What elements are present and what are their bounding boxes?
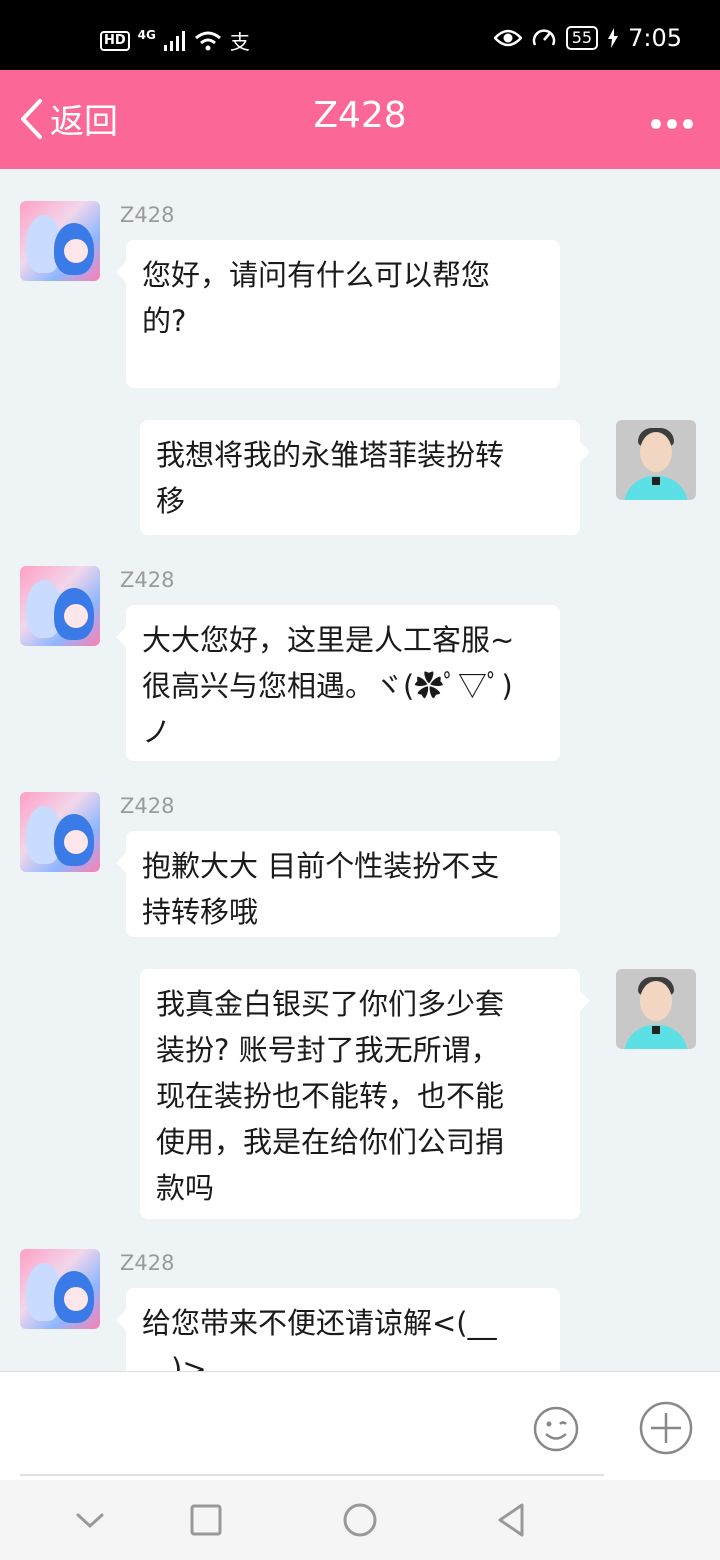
chevron-down-icon <box>76 1513 104 1529</box>
avatar[interactable] <box>20 201 100 281</box>
wifi-icon <box>194 31 221 50</box>
plus-circle-icon <box>639 1401 693 1455</box>
chat-area[interactable]: Z428 您好，请问有什么可以帮您 的? 我想将我的永雏塔菲装扮转 移 Z428… <box>0 169 720 1371</box>
message-bubble[interactable]: 您好，请问有什么可以帮您 的? <box>116 240 560 388</box>
more-actions-button[interactable] <box>638 1400 694 1456</box>
status-bar: HD 4G 支 55 7:05 <box>0 0 720 70</box>
speedometer-icon <box>532 29 555 46</box>
message-line: 我真金白银买了你们多少套 <box>156 987 505 1021</box>
message-bubble[interactable]: 我真金白银买了你们多少套 装扮? 账号封了我无所谓， 现在装扮也不能转，也不能 … <box>140 969 590 1219</box>
page-title: Z428 <box>313 95 407 136</box>
message-line: __)> <box>142 1352 207 1371</box>
more-dots-icon <box>651 119 693 129</box>
nav-back-button[interactable] <box>492 1500 532 1540</box>
pay-icon: 支 <box>229 30 250 54</box>
message-bubble[interactable]: 大大您好，这里是人工客服~ 很高兴与您相遇。ヾ(✿ﾟ▽ﾟ) ノ <box>116 605 560 761</box>
status-right: 55 7:05 <box>493 24 682 52</box>
charging-icon <box>608 28 619 48</box>
hd-icon: HD <box>100 30 130 51</box>
message-line: 使用，我是在给你们公司捐 <box>156 1125 505 1159</box>
nav-collapse-button[interactable] <box>70 1500 110 1540</box>
avatar[interactable] <box>616 420 696 500</box>
message-line: 的? <box>142 304 187 338</box>
nav-recents-button[interactable] <box>186 1500 226 1540</box>
message-line: 您好，请问有什么可以帮您 <box>142 258 491 292</box>
message-input[interactable] <box>20 1386 604 1476</box>
circle-icon <box>343 1503 377 1537</box>
message-line: 现在装扮也不能转，也不能 <box>156 1079 505 1113</box>
message-line: 款吗 <box>156 1171 215 1205</box>
message-line: 我想将我的永雏塔菲装扮转 <box>156 438 505 472</box>
avatar[interactable] <box>20 1249 100 1329</box>
avatar[interactable] <box>20 792 100 872</box>
message-bubble[interactable]: 抱歉大大 目前个性装扮不支 持转移哦 <box>116 831 560 937</box>
chat-header: 返回 Z428 <box>0 70 720 169</box>
smiley-icon <box>533 1406 579 1452</box>
avatar[interactable] <box>20 566 100 646</box>
battery-icon: 55 <box>565 26 599 50</box>
sender-name: Z428 <box>120 568 175 592</box>
sender-name: Z428 <box>120 1251 175 1275</box>
system-nav-bar <box>0 1480 720 1560</box>
sender-name: Z428 <box>120 794 175 818</box>
message-line: 大大您好，这里是人工客服~ <box>142 623 515 657</box>
network-type: 4G <box>137 27 156 42</box>
message-line: 装扮? 账号封了我无所谓， <box>156 1033 500 1067</box>
message-line: 给您带来不便还请谅解<(__ <box>142 1306 497 1340</box>
message-line: ノ <box>142 715 172 749</box>
message-bubble[interactable]: 我想将我的永雏塔菲装扮转 移 <box>140 420 590 535</box>
clock: 7:05 <box>628 24 682 52</box>
message-line: 移 <box>156 484 186 518</box>
input-bar <box>0 1371 720 1481</box>
message-line: 持转移哦 <box>142 895 259 929</box>
status-left: HD 4G 支 <box>100 26 250 55</box>
nav-home-button[interactable] <box>340 1500 380 1540</box>
triangle-back-icon <box>498 1503 524 1537</box>
square-icon <box>190 1504 222 1536</box>
signal-icon <box>163 30 185 51</box>
avatar[interactable] <box>616 969 696 1049</box>
more-button[interactable] <box>650 100 694 138</box>
emoji-button[interactable] <box>532 1405 580 1453</box>
eye-icon <box>493 29 522 47</box>
sender-name: Z428 <box>120 203 175 227</box>
message-line: 很高兴与您相遇。ヾ(✿ﾟ▽ﾟ) <box>142 669 513 703</box>
message-line: 抱歉大大 目前个性装扮不支 <box>142 849 500 883</box>
message-bubble[interactable]: 给您带来不便还请谅解<(__ __)> <box>116 1288 560 1371</box>
